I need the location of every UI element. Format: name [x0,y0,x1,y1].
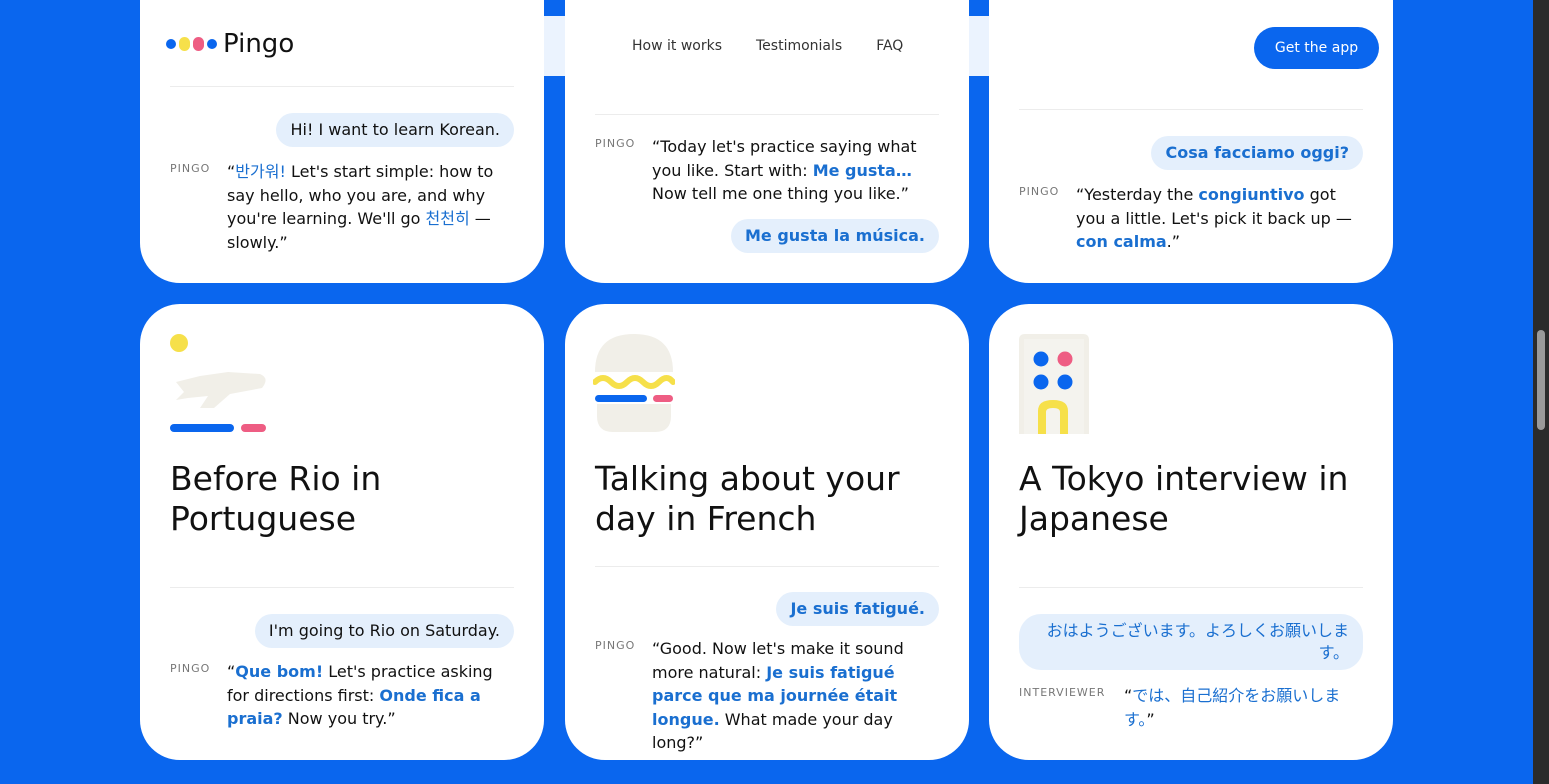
user-message-bubble: Hi! I want to learn Korean. [276,113,514,147]
get-the-app-button[interactable]: Get the app [1254,27,1379,69]
speaker-label: PINGO [595,137,636,150]
pingo-message: PINGO “Yesterday the congiuntivo got you… [1019,183,1367,254]
logo-text: Pingo [223,29,295,59]
airplane-icon [170,334,270,436]
page: Hi! I want to learn Korean. PINGO “반가워! … [0,0,1533,784]
pingo-message-text: “Today let's practice saying what you li… [652,137,917,203]
user-message-bubble: Cosa facciamo oggi? [1151,136,1363,170]
nav-link-faq[interactable]: FAQ [876,38,903,54]
card-title: A Tokyo interview in Japanese [1019,459,1349,538]
site-header: Pingo How it works Testimonials FAQ Get … [150,16,1385,76]
pingo-message: PINGO “Today let's practice saying what … [595,135,943,206]
user-message-bubble: おはようございます。よろしくお願いします。 [1019,614,1363,670]
card-japanese[interactable]: A Tokyo interview in Japanese おはようございます。… [989,304,1393,760]
pingo-message-text: “Yesterday the congiuntivo got you a lit… [1076,185,1352,251]
card-divider [170,587,514,588]
pingo-message-text: “Que bom! Let's practice asking for dire… [227,662,493,728]
card-divider [1019,587,1363,588]
card-divider [595,114,939,115]
user-message-bubble: I'm going to Rio on Saturday. [254,614,514,648]
card-divider [1019,109,1363,110]
speaker-label: PINGO [595,639,636,652]
card-divider [170,86,514,87]
nav-link-how-it-works[interactable]: How it works [632,38,722,54]
main-nav: How it works Testimonials FAQ [632,38,903,54]
pingo-message: PINGO “반가워! Let's start simple: how to s… [170,160,518,254]
nav-link-testimonials[interactable]: Testimonials [756,38,842,54]
card-title: Talking about your day in French [595,459,900,538]
user-message-bubble: Je suis fatigué. [776,592,939,626]
speaker-label: PINGO [170,662,211,675]
card-title: Before Rio in Portuguese [170,459,382,538]
speaker-label: PINGO [170,162,211,175]
burger-icon [593,332,675,434]
pingo-message-text: “반가워! Let's start simple: how to say hel… [227,162,494,252]
page-scrollbar[interactable] [1533,0,1549,784]
pingo-message-text: “Good. Now let's make it sound more natu… [652,639,904,752]
interviewer-message: INTERVIEWER “では、自己紹介をお願いします。” [1019,684,1367,731]
pingo-message: PINGO “Que bom! Let's practice asking fo… [170,660,518,731]
card-portuguese[interactable]: Before Rio in Portuguese I'm going to Ri… [140,304,544,760]
card-divider [595,566,939,567]
building-icon [1019,334,1089,434]
logo-mark-icon [166,37,217,51]
user-message-bubble: Me gusta la música. [730,219,939,253]
card-french[interactable]: Talking about your day in French Je suis… [565,304,969,760]
speaker-label: PINGO [1019,185,1060,198]
speaker-label: INTERVIEWER [1019,686,1106,699]
scrollbar-thumb[interactable] [1537,330,1545,430]
logo[interactable]: Pingo [166,29,294,59]
pingo-message: PINGO “Good. Now let's make it sound mor… [595,637,943,755]
interviewer-message-text: “では、自己紹介をお願いします。” [1124,686,1341,729]
